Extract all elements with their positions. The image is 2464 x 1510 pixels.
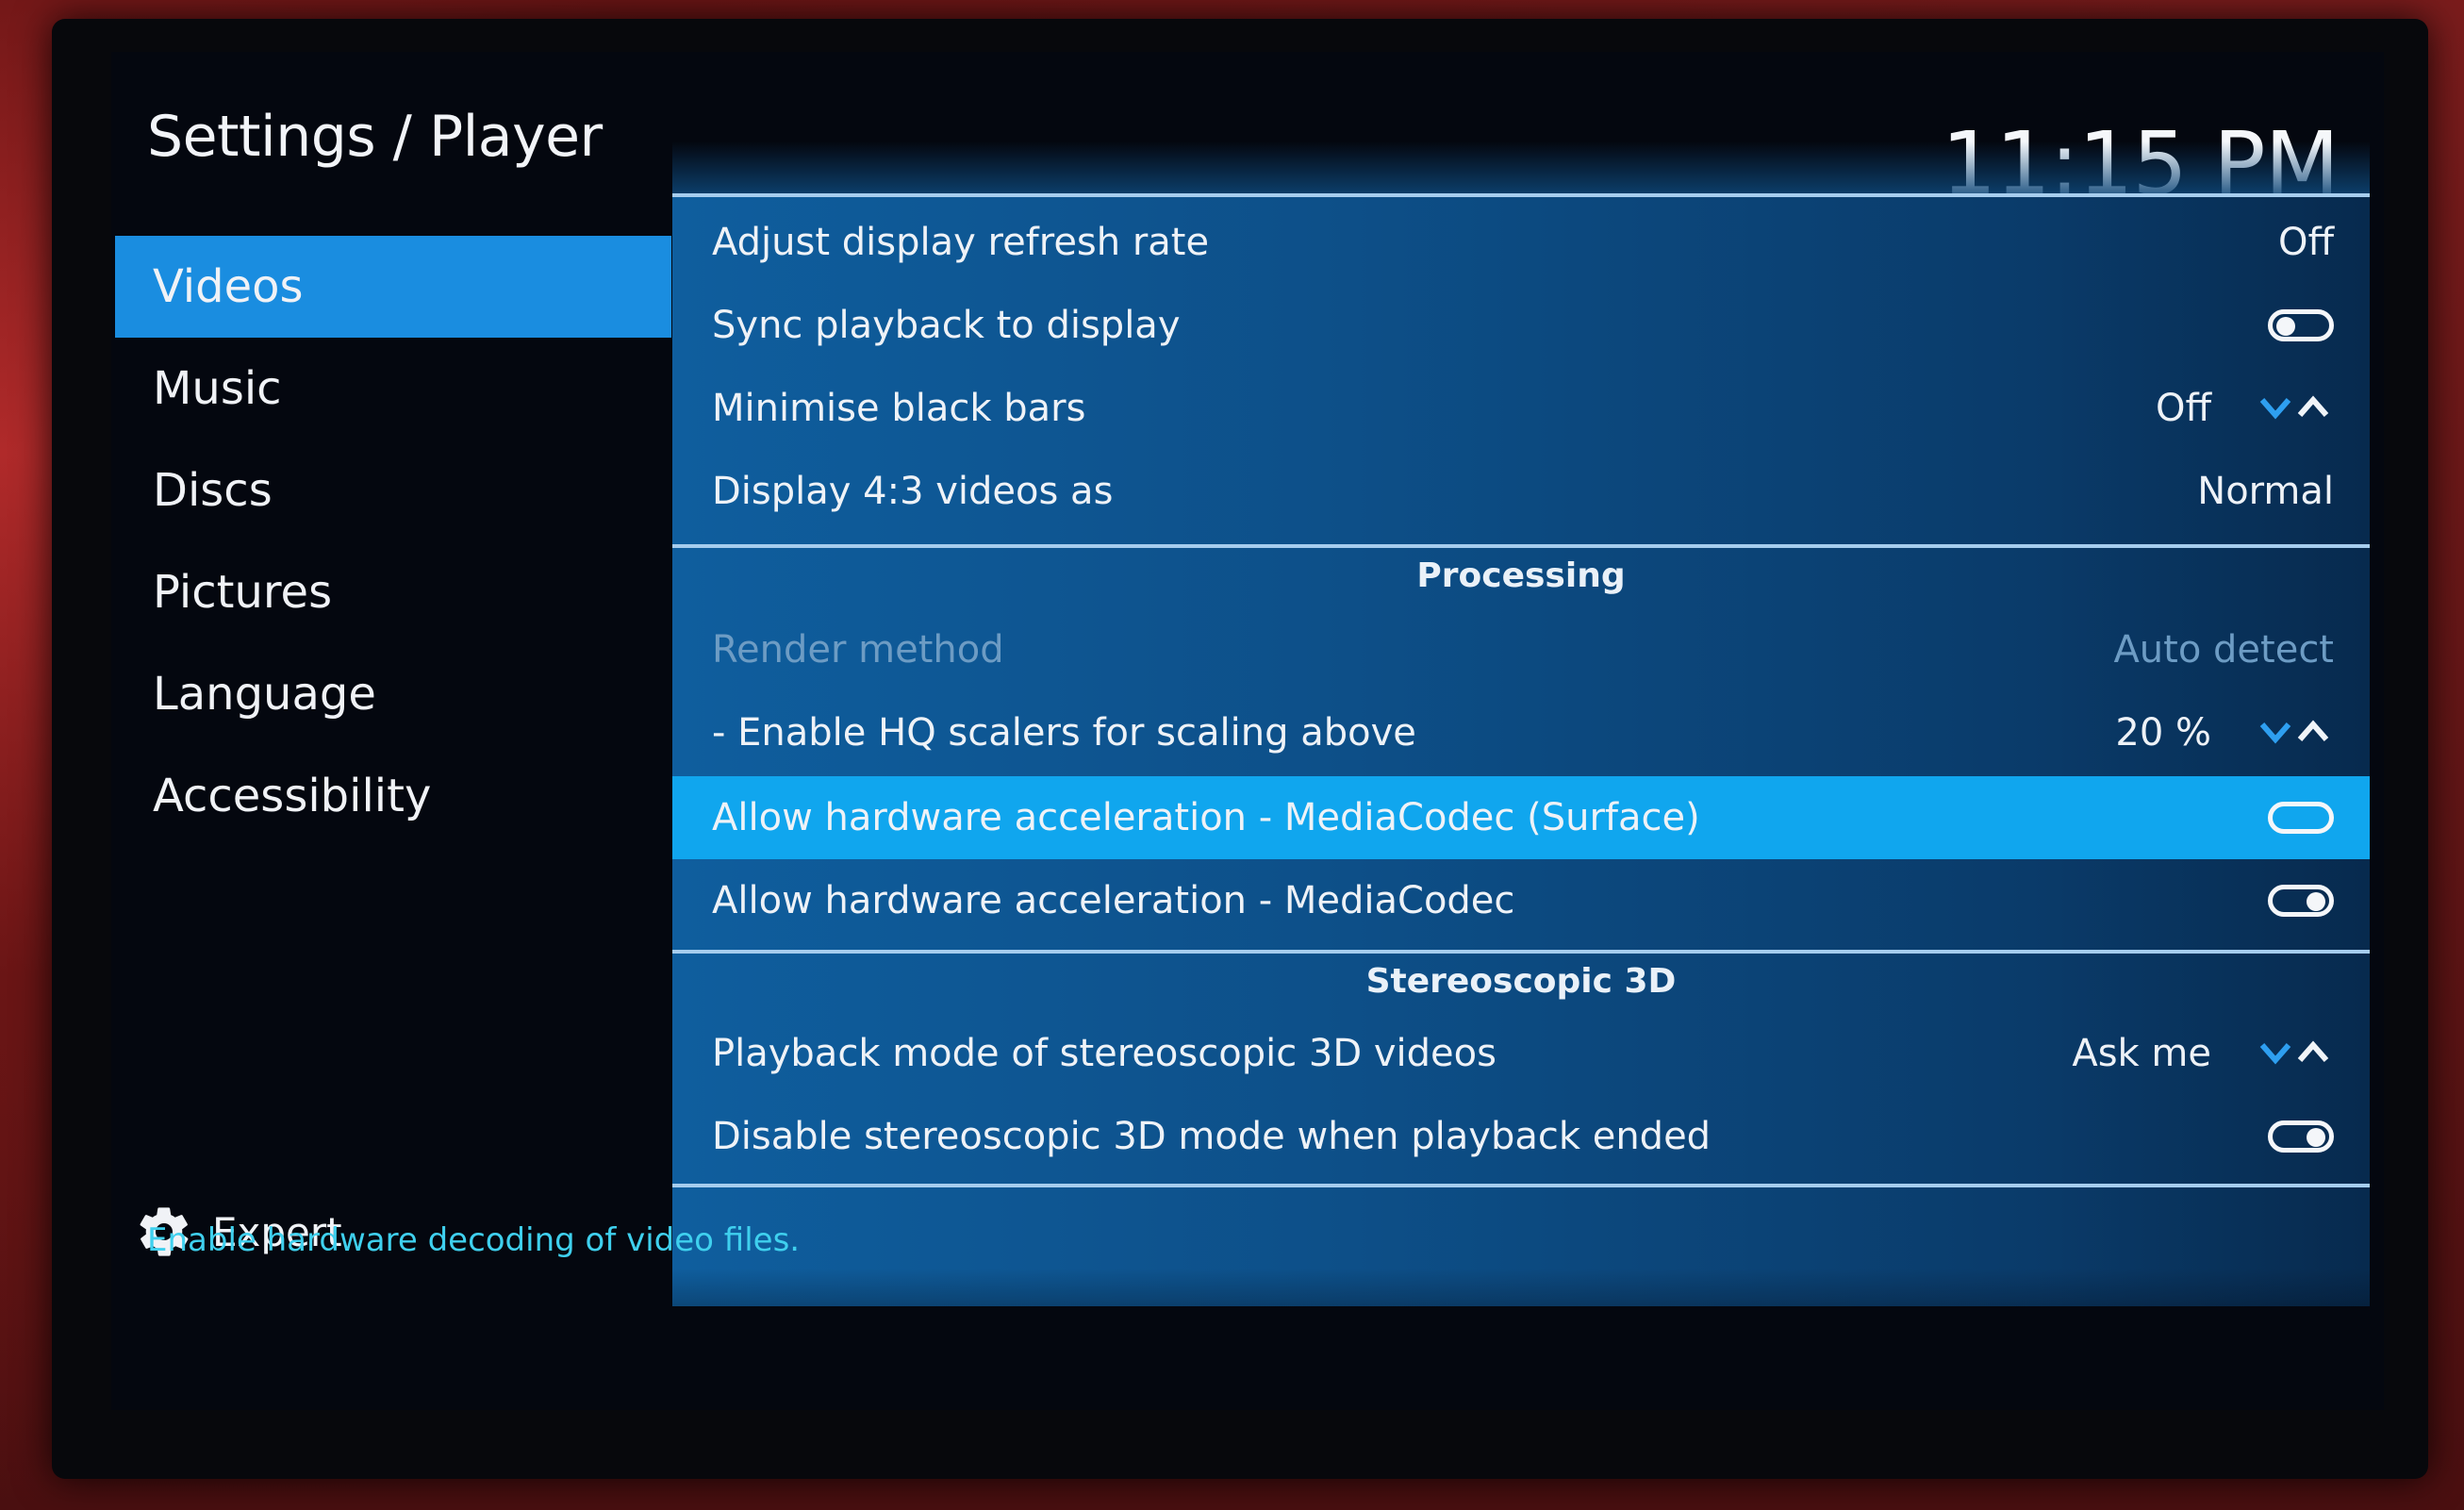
setting-value: Off [2277,221,2334,264]
divider [672,544,2370,548]
spinner-arrows-icon[interactable] [2258,1039,2334,1068]
spinner-arrows-icon[interactable] [2258,719,2334,747]
setting-label: - Enable HQ scalers for scaling above [712,711,1416,755]
setting-stereo-playback-mode[interactable]: Playback mode of stereoscopic 3D videos … [672,1012,2370,1095]
toggle-switch[interactable] [2268,802,2334,834]
setting-adjust-refresh-rate[interactable]: Adjust display refresh rate Off [672,201,2370,284]
setting-label: Render method [712,628,1004,672]
setting-hw-accel-surface[interactable]: Allow hardware acceleration - MediaCodec… [672,776,2370,859]
toggle-switch[interactable] [2268,309,2334,341]
divider [672,950,2370,954]
setting-value: 20 % [2115,711,2211,755]
setting-label: Minimise black bars [712,387,1086,430]
setting-value: Off [2155,387,2211,430]
settings-panel: Adjust display refresh rate Off Sync pla… [672,193,2370,1306]
sidebar-item-videos[interactable]: Videos [115,236,671,338]
divider [672,193,2370,197]
setting-value: Auto detect [2113,628,2334,672]
sidebar-item-pictures[interactable]: Pictures [115,541,671,643]
section-header-stereoscopic: Stereoscopic 3D [1365,962,1677,1001]
panel-top-glow [672,141,2370,196]
sidebar-item-discs[interactable]: Discs [115,440,671,541]
setting-sync-playback[interactable]: Sync playback to display [672,284,2370,367]
setting-label: Allow hardware acceleration - MediaCodec [712,879,1515,922]
screen: Settings / Player 11:15 PM Videos Music … [111,52,2384,1410]
setting-hq-scalers[interactable]: - Enable HQ scalers for scaling above 20… [672,691,2370,774]
setting-label: Allow hardware acceleration - MediaCodec… [712,796,1700,839]
setting-value: Ask me [2072,1032,2211,1075]
toggle-knob [2307,1128,2325,1147]
setting-minimise-black-bars[interactable]: Minimise black bars Off [672,367,2370,450]
toggle-knob [2276,809,2295,828]
setting-value: Normal [2197,470,2334,513]
divider [672,1184,2370,1187]
setting-label: Adjust display refresh rate [712,221,1210,264]
setting-label: Sync playback to display [712,304,1181,347]
setting-disable-stereo-on-end[interactable]: Disable stereoscopic 3D mode when playba… [672,1095,2370,1178]
setting-description: Enable hardware decoding of video files. [147,1221,801,1259]
page-title: Settings / Player [147,104,603,170]
section-header-processing: Processing [1416,556,1626,595]
toggle-knob [2307,892,2325,911]
toggle-switch[interactable] [2268,1120,2334,1153]
setting-label: Display 4:3 videos as [712,470,1114,513]
sidebar-item-accessibility[interactable]: Accessibility [115,745,671,847]
spinner-arrows-icon[interactable] [2258,394,2334,423]
setting-label: Playback mode of stereoscopic 3D videos [712,1032,1497,1075]
toggle-switch[interactable] [2268,885,2334,917]
sidebar-item-language[interactable]: Language [115,643,671,745]
sidebar: Videos Music Discs Pictures Language Acc… [115,236,671,847]
setting-label: Disable stereoscopic 3D mode when playba… [712,1115,1712,1158]
toggle-knob [2276,317,2295,336]
setting-hw-accel-mediacodec[interactable]: Allow hardware acceleration - MediaCodec [672,859,2370,942]
setting-render-method: Render method Auto detect [672,608,2370,691]
sidebar-item-music[interactable]: Music [115,338,671,440]
setting-display-43[interactable]: Display 4:3 videos as Normal [672,450,2370,533]
